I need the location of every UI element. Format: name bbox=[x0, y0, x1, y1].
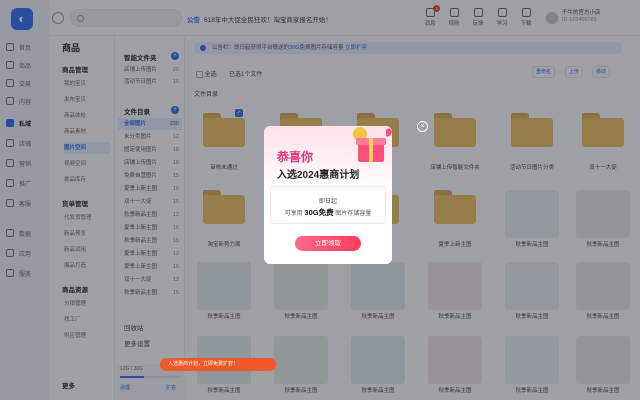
dialog-line-2: 可享用 30G免费 图片存储容量 bbox=[270, 207, 386, 218]
line2-prefix: 可享用 bbox=[284, 211, 303, 217]
dialog-content-box bbox=[270, 186, 386, 224]
gift-icon bbox=[353, 127, 392, 162]
expand-toast[interactable]: 入选惠商计划，立即免费扩容！ bbox=[160, 358, 276, 371]
line2-highlight: 30G免费 bbox=[304, 208, 334, 217]
line2-suffix: 图片存储容量 bbox=[335, 211, 372, 217]
close-icon[interactable]: × bbox=[417, 121, 428, 132]
claim-button[interactable]: 立即领取 bbox=[295, 236, 361, 251]
dialog-subtitle: 入选2024惠商计划 bbox=[277, 170, 360, 181]
dialog-title: 恭喜你 bbox=[277, 150, 314, 164]
dialog-line-1: 即日起 bbox=[318, 199, 337, 205]
